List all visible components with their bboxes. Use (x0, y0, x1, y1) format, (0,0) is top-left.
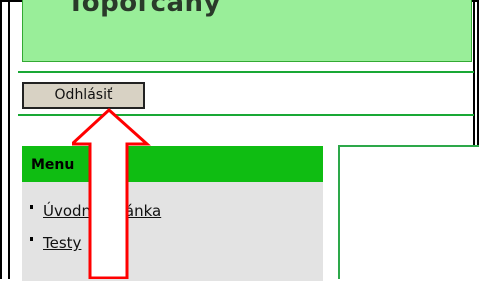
menu-panel: Menu Úvodná stránka Testy (22, 146, 323, 281)
window-left-border (0, 0, 2, 279)
site-title: Topoľčany (67, 0, 221, 18)
content-area (338, 145, 479, 279)
logout-button[interactable]: Odhlásiť (22, 82, 145, 109)
menu-header: Menu (22, 146, 323, 182)
page-left-border (8, 0, 10, 279)
header-divider (18, 71, 474, 73)
bullet-icon (30, 237, 33, 241)
bullet-icon (30, 205, 33, 209)
up-arrow-shape (72, 108, 151, 279)
menu-title: Menu (31, 157, 75, 173)
up-arrow-icon (72, 108, 151, 279)
header-banner: Topoľčany (22, 0, 472, 62)
